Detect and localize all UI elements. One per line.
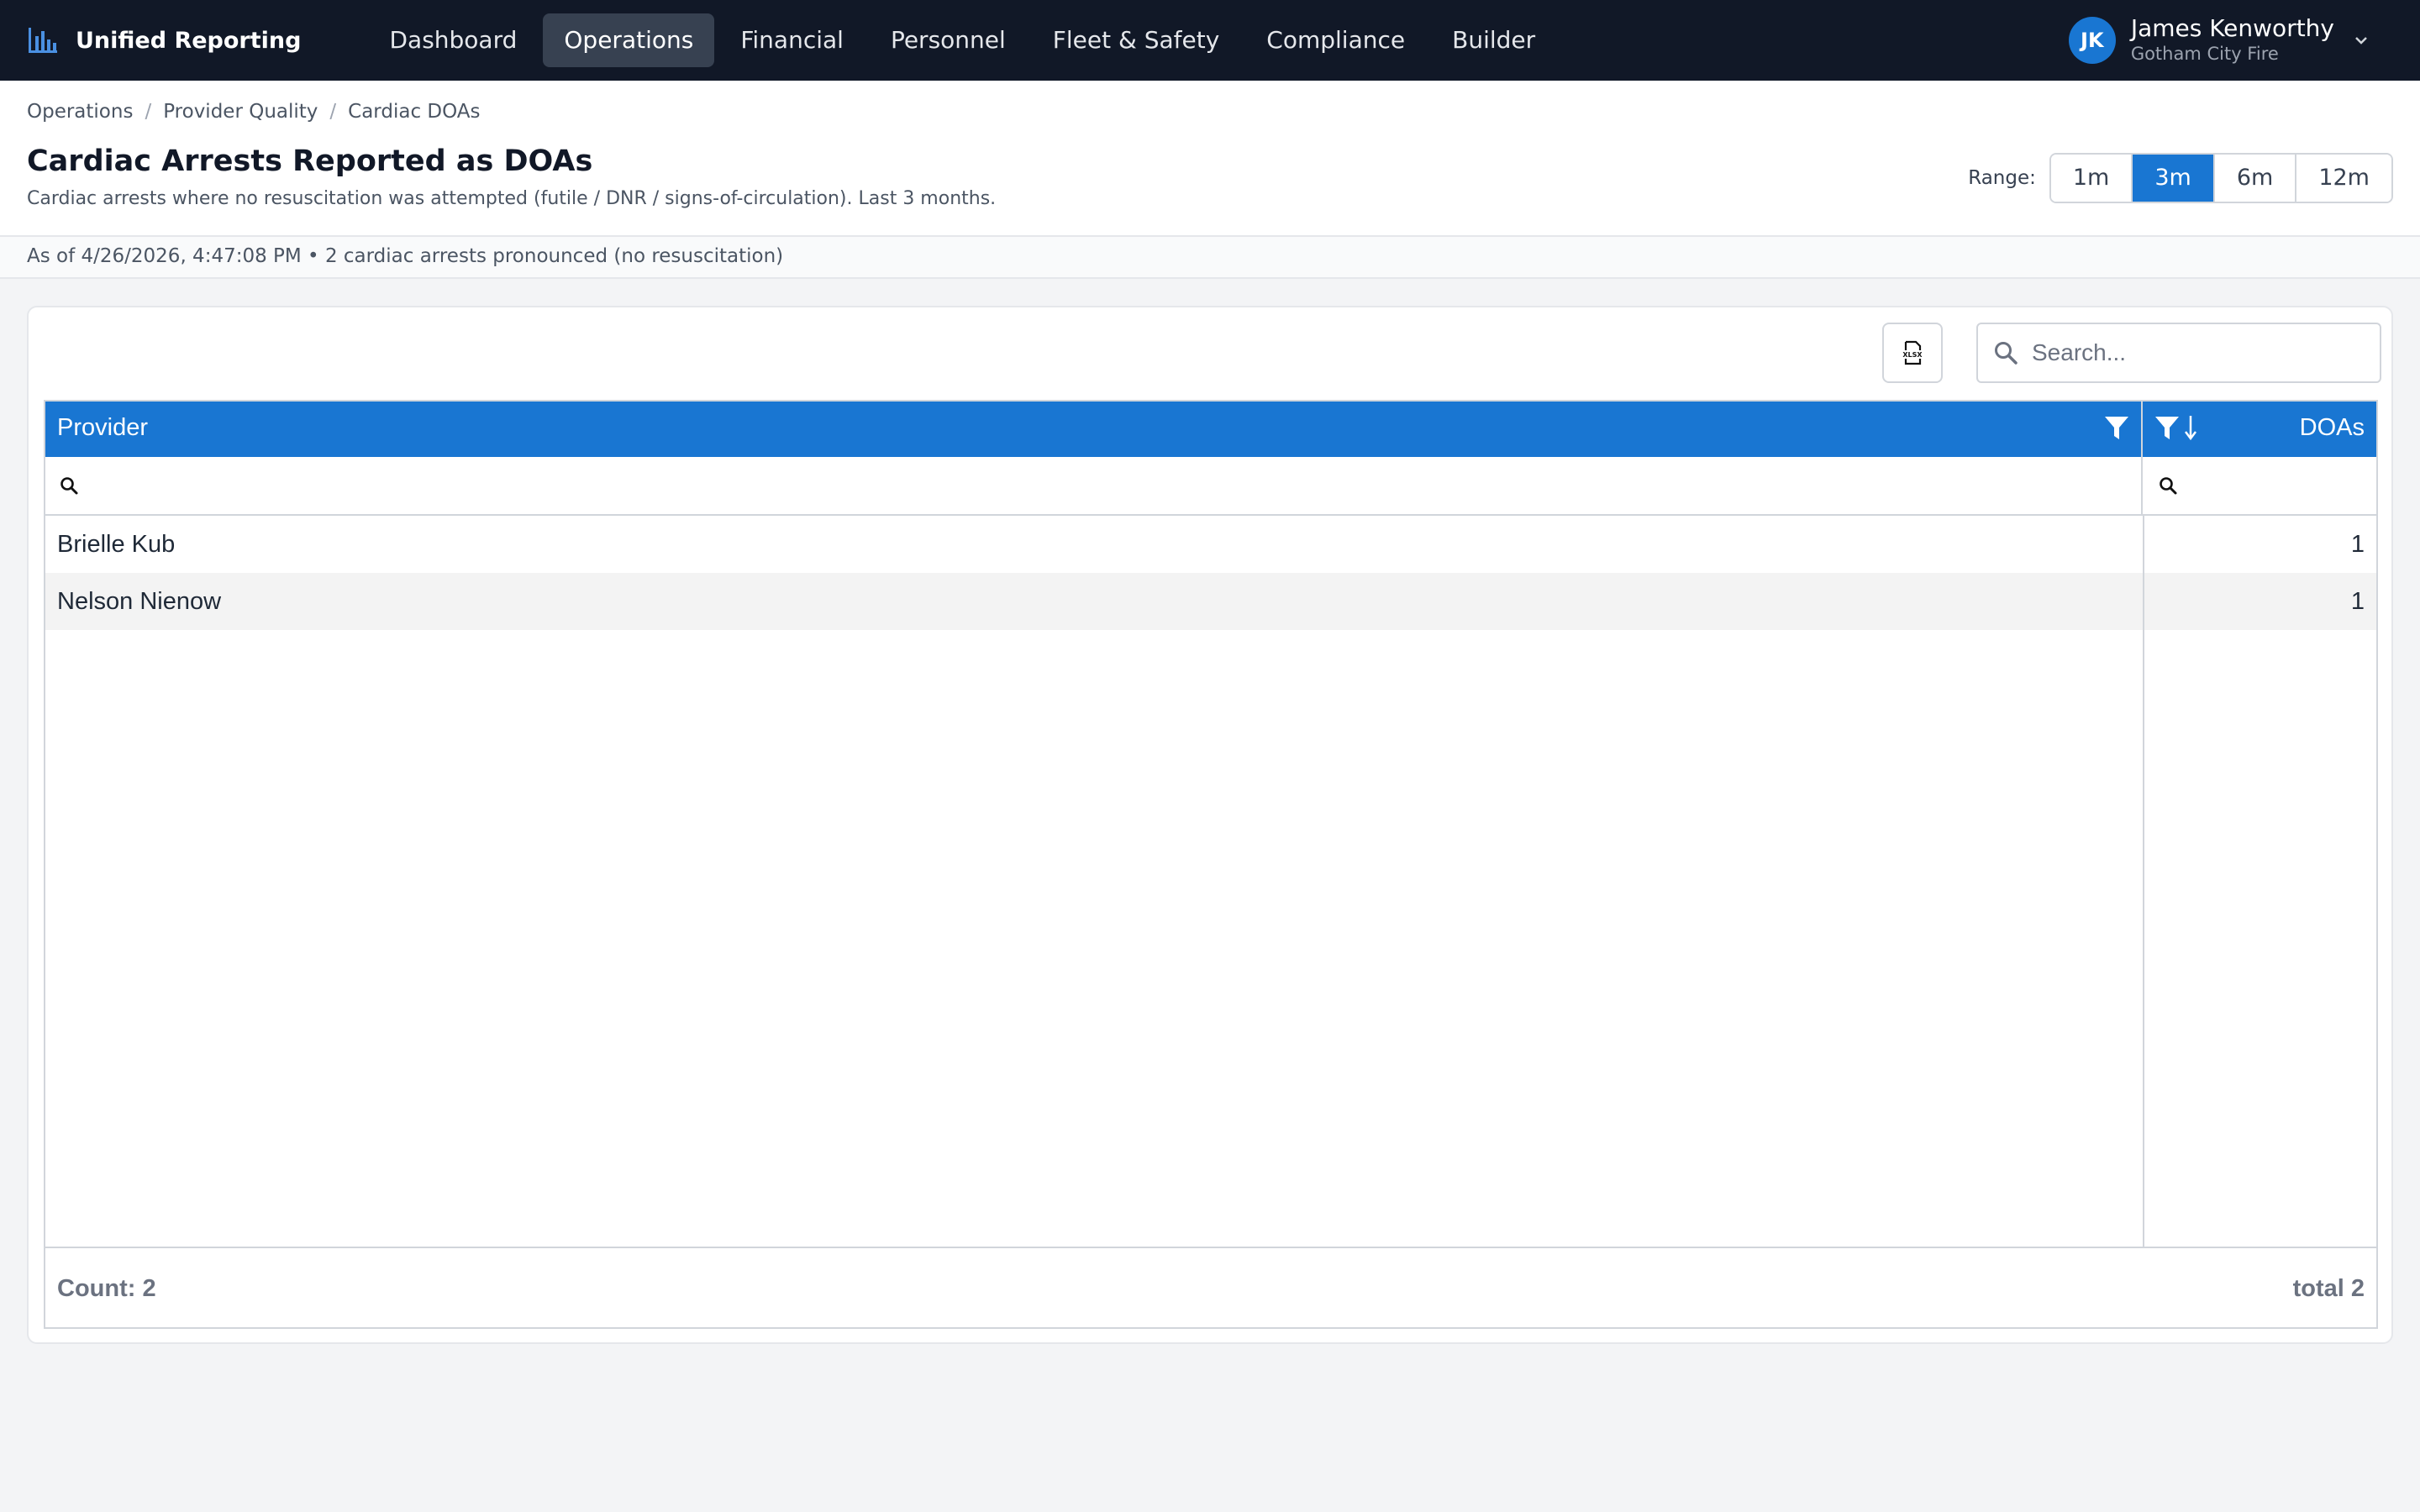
- cell-doas: 1: [2350, 531, 2365, 558]
- nav-item-operations[interactable]: Operations: [543, 13, 715, 67]
- range-button-1m[interactable]: 1m: [2050, 155, 2133, 202]
- user-menu[interactable]: JK James Kenworthy Gotham City Fire: [2068, 0, 2370, 81]
- breadcrumb-provider-quality[interactable]: Provider Quality: [163, 101, 318, 123]
- page-subtitle: Cardiac arrests where no resuscitation w…: [27, 188, 997, 209]
- cell-provider: Brielle Kub: [57, 531, 176, 558]
- doas-filter-input[interactable]: [2186, 472, 2354, 499]
- cell-provider: Nelson Nienow: [57, 588, 222, 615]
- page-title: Cardiac Arrests Reported as DOAs: [27, 144, 593, 178]
- avatar: JK: [2068, 17, 2116, 64]
- brand[interactable]: Unified Reporting: [27, 0, 301, 81]
- nav-item-personnel[interactable]: Personnel: [870, 13, 1027, 67]
- grid-header: Provider DOAs: [45, 402, 2376, 457]
- footer-total: total 2: [2292, 1275, 2365, 1302]
- user-org: Gotham City Fire: [2130, 44, 2279, 64]
- grid-footer: Count: 2 total 2: [45, 1247, 2376, 1327]
- nav-item-financial[interactable]: Financial: [719, 13, 865, 67]
- filter-icon[interactable]: [2154, 415, 2180, 442]
- filter-icon[interactable]: [2104, 415, 2129, 442]
- range-label: Range:: [1968, 167, 2036, 189]
- search-icon: [2160, 477, 2177, 495]
- user-info: James Kenworthy Gotham City Fire: [2131, 15, 2334, 66]
- svg-text:XLSX: XLSX: [1902, 351, 1923, 359]
- search-icon: [60, 477, 78, 495]
- breadcrumb-separator: /: [329, 101, 337, 123]
- nav-item-compliance[interactable]: Compliance: [1245, 13, 1426, 67]
- nav-item-dashboard[interactable]: Dashboard: [368, 13, 538, 67]
- cell-doas: 1: [2350, 588, 2365, 615]
- search-box[interactable]: [1976, 323, 2381, 383]
- range-button-group: 1m 3m 6m 12m: [2049, 153, 2393, 203]
- xlsx-export-icon: XLSX: [1902, 340, 1923, 365]
- brand-name: Unified Reporting: [76, 27, 302, 54]
- column-header-label: Provider: [57, 414, 148, 441]
- data-grid: Provider DOAs Brielle Kub 1 Nelson Nieno…: [44, 400, 2378, 1329]
- search-input[interactable]: [2032, 339, 2368, 366]
- export-xlsx-button[interactable]: XLSX: [1882, 323, 1943, 383]
- search-icon: [1995, 342, 2018, 365]
- sort-descending-icon[interactable]: [2183, 413, 2198, 442]
- top-nav: Unified Reporting Dashboard Operations F…: [0, 0, 2420, 81]
- chevron-down-icon[interactable]: [2353, 32, 2370, 49]
- nav-item-builder[interactable]: Builder: [1431, 13, 1556, 67]
- column-header-provider[interactable]: Provider: [45, 402, 2143, 457]
- range-button-3m[interactable]: 3m: [2133, 155, 2215, 202]
- status-text: As of 4/26/2026, 4:47:08 PM • 2 cardiac …: [27, 245, 784, 267]
- bar-chart-icon: [29, 28, 57, 53]
- filter-row: [45, 457, 2376, 516]
- filter-cell-doas[interactable]: [2144, 457, 2376, 514]
- column-divider: [2143, 516, 2144, 1247]
- user-name: James Kenworthy: [2130, 14, 2334, 42]
- status-bar: As of 4/26/2026, 4:47:08 PM • 2 cardiac …: [0, 237, 2420, 279]
- breadcrumb: Operations / Provider Quality / Cardiac …: [27, 101, 481, 123]
- page-header: Operations / Provider Quality / Cardiac …: [0, 81, 2420, 237]
- table-row[interactable]: Nelson Nienow 1: [45, 573, 2376, 630]
- breadcrumb-separator: /: [145, 101, 152, 123]
- nav-item-fleet-safety[interactable]: Fleet & Safety: [1032, 13, 1241, 67]
- provider-filter-input[interactable]: [87, 472, 2104, 499]
- grid-body: Brielle Kub 1 Nelson Nienow 1: [45, 516, 2376, 1247]
- footer-count: Count: 2: [57, 1275, 156, 1302]
- range-selector: Range: 1m 3m 6m 12m: [1968, 153, 2393, 203]
- range-button-6m[interactable]: 6m: [2214, 155, 2297, 202]
- range-button-12m[interactable]: 12m: [2296, 155, 2391, 202]
- filter-cell-provider[interactable]: [45, 457, 2143, 514]
- report-card: XLSX Provider: [27, 306, 2393, 1344]
- nav-menu: Dashboard Operations Financial Personnel…: [368, 0, 1561, 81]
- column-header-label: DOAs: [2299, 414, 2365, 441]
- column-header-doas[interactable]: DOAs: [2144, 402, 2376, 457]
- breadcrumb-operations[interactable]: Operations: [27, 101, 133, 123]
- breadcrumb-cardiac-doas: Cardiac DOAs: [348, 101, 481, 123]
- table-row[interactable]: Brielle Kub 1: [45, 516, 2376, 573]
